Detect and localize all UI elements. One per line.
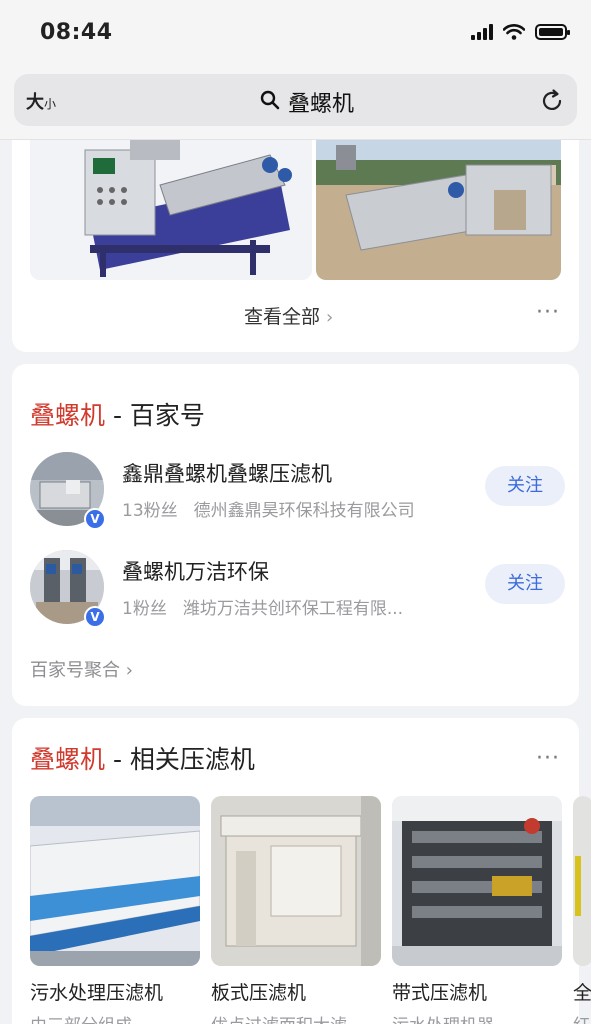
- search-icon: [260, 90, 280, 110]
- baijiahao-aggregate-link[interactable]: 百家号聚合 ›: [30, 656, 133, 682]
- account-name[interactable]: 鑫鼎叠螺机叠螺压滤机: [122, 458, 332, 488]
- section-keyword: 叠螺机: [30, 401, 106, 430]
- baijiahao-card: 叠螺机 - 百家号 V 鑫鼎叠螺机叠螺压滤机 13粉丝 德州鑫鼎昊环保科技有限公司…: [12, 364, 579, 706]
- machine-image-2[interactable]: [316, 140, 561, 280]
- section-keyword: 叠螺机: [30, 745, 106, 774]
- wifi-icon: [503, 24, 525, 40]
- account-description: 德州鑫鼎昊环保科技有限公司: [193, 501, 415, 521]
- product-item[interactable]: 全 红: [573, 796, 591, 1024]
- search-header: 大小 叠螺机: [0, 72, 591, 140]
- product-description: 由三部分组成: [30, 1011, 200, 1024]
- font-size-label-small: 小: [44, 97, 57, 111]
- product-name: 带式压滤机: [392, 982, 488, 1004]
- product-description: 优点过滤面积大滤: [211, 1011, 381, 1024]
- product-name: 板式压滤机: [211, 982, 307, 1004]
- product-item[interactable]: 带式压滤机 污水处理机器: [392, 796, 562, 1024]
- view-all-label: 查看全部: [244, 306, 321, 328]
- search-query[interactable]: 叠螺机: [288, 86, 354, 118]
- status-time: 08:44: [40, 20, 113, 45]
- fans-count: 13粉丝: [122, 501, 178, 521]
- product-image[interactable]: [30, 796, 200, 966]
- related-products-card: 叠螺机 - 相关压滤机 ··· 污水处理压滤机 由三部分组成: [12, 718, 591, 1024]
- product-name: 全: [573, 982, 591, 1004]
- product-image[interactable]: [392, 796, 562, 966]
- product-image[interactable]: [573, 796, 591, 966]
- account-row[interactable]: V 叠螺机万洁环保 1粉丝 潍坊万洁共创环保工程有限... 关注: [30, 550, 565, 630]
- product-photo-illustration: [573, 796, 591, 966]
- account-meta: 1粉丝 潍坊万洁共创环保工程有限...: [122, 594, 403, 619]
- follow-button[interactable]: 关注: [485, 564, 565, 604]
- image-results-card: 查看全部 › ···: [12, 140, 579, 352]
- refresh-icon[interactable]: [539, 88, 565, 114]
- product-item[interactable]: 污水处理压滤机 由三部分组成: [30, 796, 200, 1024]
- view-all-link[interactable]: 查看全部 ›: [244, 302, 333, 329]
- font-size-button[interactable]: 大小: [26, 88, 56, 114]
- section-suffix: - 相关压滤机: [105, 745, 255, 774]
- related-section-title: 叠螺机 - 相关压滤机: [30, 740, 255, 776]
- product-description: 红: [573, 1011, 591, 1024]
- cellular-signal-icon: [471, 24, 493, 40]
- follow-button[interactable]: 关注: [485, 466, 565, 506]
- account-description: 潍坊万洁共创环保工程有限...: [182, 599, 404, 619]
- account-meta: 13粉丝 德州鑫鼎昊环保科技有限公司: [122, 496, 415, 521]
- product-item[interactable]: 板式压滤机 优点过滤面积大滤: [211, 796, 381, 1024]
- baijiahao-section-title: 叠螺机 - 百家号: [30, 396, 205, 432]
- search-bar[interactable]: 大小 叠螺机: [14, 74, 577, 126]
- product-photo-illustration: [211, 796, 381, 966]
- chevron-right-icon: ›: [326, 307, 334, 328]
- machine-image-1[interactable]: [30, 140, 312, 280]
- machine-photo-illustration: [316, 140, 561, 280]
- account-name[interactable]: 叠螺机万洁环保: [122, 556, 269, 586]
- section-suffix: - 百家号: [105, 401, 205, 430]
- more-options-icon[interactable]: ···: [536, 746, 560, 771]
- machine-render-illustration: [30, 140, 312, 280]
- product-photo-illustration: [392, 796, 562, 966]
- product-image[interactable]: [211, 796, 381, 966]
- more-options-icon[interactable]: ···: [536, 300, 560, 325]
- verified-badge-icon: V: [84, 606, 106, 628]
- status-bar: 08:44: [0, 0, 591, 72]
- product-description: 污水处理机器: [392, 1011, 562, 1024]
- product-name: 污水处理压滤机: [30, 982, 164, 1004]
- account-row[interactable]: V 鑫鼎叠螺机叠螺压滤机 13粉丝 德州鑫鼎昊环保科技有限公司 关注: [30, 452, 565, 532]
- font-size-label-big: 大: [26, 92, 44, 113]
- product-photo-illustration: [30, 796, 200, 966]
- fans-count: 1粉丝: [122, 599, 167, 619]
- status-icons: [471, 24, 570, 40]
- battery-icon: [535, 24, 570, 40]
- verified-badge-icon: V: [84, 508, 106, 530]
